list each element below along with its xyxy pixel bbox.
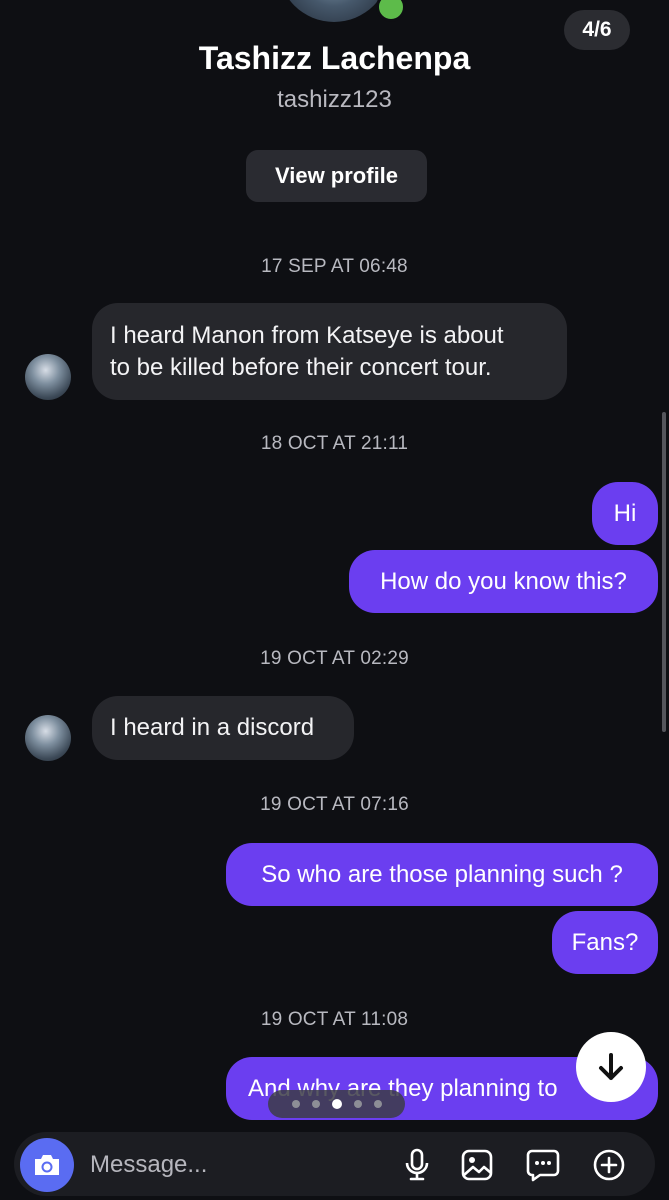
message-text: So who are those planning such ? — [261, 860, 623, 888]
message-text: Fans? — [571, 928, 639, 956]
timestamp: 17 SEP AT 06:48 — [261, 256, 408, 277]
camera-button[interactable] — [20, 1138, 74, 1192]
arrow-down-icon — [599, 1053, 623, 1080]
page-dot — [291, 1100, 300, 1108]
message-input[interactable] — [90, 1142, 380, 1188]
contact-name: Tashizz Lachenpa — [198, 40, 471, 76]
scroll-down-button[interactable] — [576, 1032, 646, 1102]
message-text-line: to be killed before their concert tour. — [110, 353, 492, 381]
add-button[interactable] — [590, 1146, 628, 1184]
message-text-line: I heard Manon from Katseye is about — [110, 321, 504, 349]
online-status-dot — [376, 0, 406, 22]
outgoing-message-bubble[interactable]: How do you know this? — [349, 550, 658, 613]
page-dot-active — [331, 1099, 342, 1109]
outgoing-message-bubble[interactable]: Fans? — [552, 911, 658, 974]
message-text: How do you know this? — [380, 567, 627, 595]
gallery-icon — [461, 1149, 493, 1181]
incoming-message-bubble[interactable]: I heard in a discord — [92, 696, 354, 760]
timestamp: 19 OCT AT 11:08 — [260, 1009, 409, 1030]
sticker-button[interactable] — [524, 1146, 562, 1184]
timestamp: 19 OCT AT 02:29 — [260, 648, 409, 669]
add-icon — [593, 1149, 625, 1181]
voice-message-button[interactable] — [398, 1146, 436, 1184]
contact-avatar[interactable] — [278, 0, 390, 22]
contact-username: tashizz123 — [277, 86, 392, 113]
outgoing-message-bubble[interactable]: So who are those planning such ? — [226, 843, 658, 906]
page-indicator — [268, 1090, 405, 1118]
timestamp: 19 OCT AT 07:16 — [260, 794, 409, 815]
gallery-button[interactable] — [458, 1146, 496, 1184]
page-dot — [311, 1100, 320, 1108]
message-text: Hi — [613, 499, 637, 527]
sender-avatar[interactable] — [25, 715, 71, 761]
page-dot — [373, 1100, 382, 1108]
view-profile-button[interactable]: View profile — [246, 150, 427, 202]
message-text: I heard in a discord — [110, 714, 315, 741]
outgoing-message-bubble[interactable]: Hi — [592, 482, 658, 545]
incoming-message-bubble[interactable]: I heard Manon from Katseye is about to b… — [92, 303, 567, 400]
microphone-icon — [405, 1148, 429, 1181]
camera-icon — [35, 1155, 59, 1175]
page-dot — [353, 1100, 362, 1108]
sticker-icon — [526, 1149, 560, 1182]
sender-avatar[interactable] — [25, 354, 71, 400]
scrollbar[interactable] — [662, 412, 666, 732]
timestamp: 18 OCT AT 21:11 — [260, 433, 409, 454]
